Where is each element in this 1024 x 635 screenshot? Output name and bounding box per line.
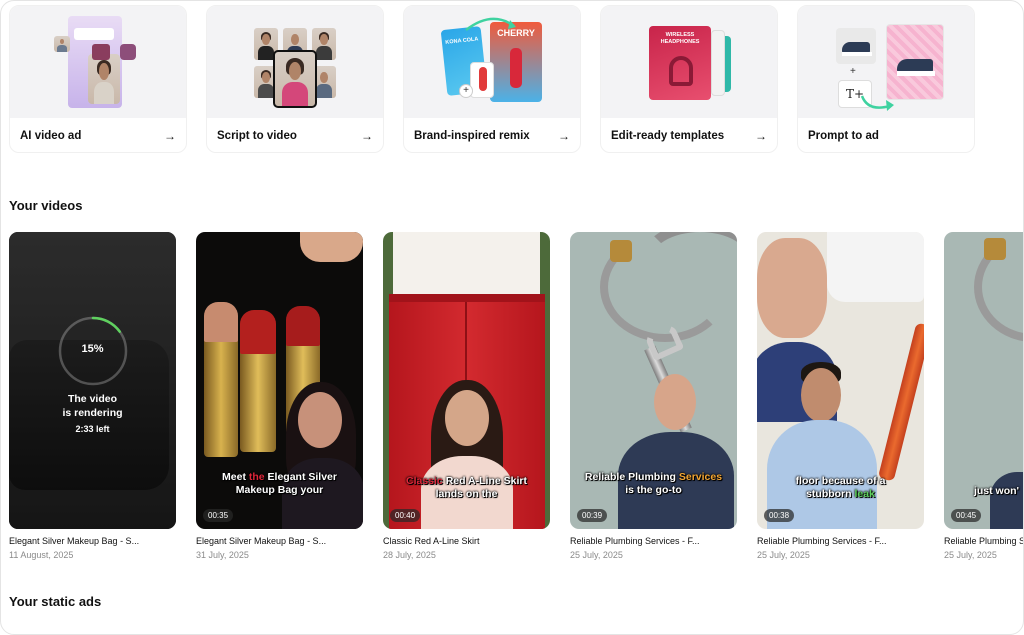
video-date: 31 July, 2025 xyxy=(196,550,249,560)
video-duration: 00:45 xyxy=(951,509,982,522)
video-duration: 00:40 xyxy=(390,509,421,522)
video-thumbnail: just won' 00:45 xyxy=(944,232,1023,529)
video-card[interactable]: Reliable Plumbing Services is the go-to … xyxy=(570,232,737,567)
video-date: 25 July, 2025 xyxy=(570,550,623,560)
render-percent: 15% xyxy=(81,343,104,355)
feature-label: Edit-ready templates xyxy=(611,130,725,142)
video-thumbnail: Classic Red A-Line Skirt lands on the 00… xyxy=(383,232,550,529)
video-title: Reliable Plumbing S xyxy=(944,536,1024,546)
video-card[interactable]: Meet the Elegant Silver Makeup Bag your … xyxy=(196,232,363,567)
feature-cards-row: AI video ad → Script to video → KONA COL… xyxy=(9,5,1023,155)
feature-thumb-script-to-video xyxy=(207,6,383,118)
arrow-right-icon: → xyxy=(558,129,570,143)
video-date: 25 July, 2025 xyxy=(757,550,810,560)
video-title: Elegant Silver Makeup Bag - S... xyxy=(196,536,327,546)
feature-label: Script to video xyxy=(217,130,297,142)
feature-card-brand-inspired-remix[interactable]: KONA COLA CHERRY + Brand-inspired remix … xyxy=(403,5,581,153)
video-title: Classic Red A-Line Skirt xyxy=(383,536,480,546)
arrow-right-icon: → xyxy=(164,129,176,143)
section-title-your-videos: Your videos xyxy=(9,198,83,213)
plus-icon: + xyxy=(459,84,473,98)
video-date: 11 August, 2025 xyxy=(9,550,74,560)
video-duration: 00:35 xyxy=(203,509,234,522)
feature-card-edit-ready-templates[interactable]: WIRELESS HEADPHONES Edit-ready templates… xyxy=(600,5,778,153)
feature-thumb-templates: WIRELESS HEADPHONES xyxy=(601,6,777,118)
template-title-text: WIRELESS HEADPHONES xyxy=(660,32,700,45)
section-title-your-static-ads: Your static ads xyxy=(9,594,102,609)
feature-label: Brand-inspired remix xyxy=(414,130,530,142)
render-time-left: 2:33 left xyxy=(75,424,110,434)
video-date: 28 July, 2025 xyxy=(383,550,436,560)
feature-thumb-prompt-to-ad: + T+ xyxy=(798,6,974,118)
video-date: 25 July, 2025 xyxy=(944,550,997,560)
video-title: Reliable Plumbing Services - F... xyxy=(757,536,887,546)
arrow-right-icon: → xyxy=(361,129,373,143)
curved-arrow-icon xyxy=(465,17,516,31)
video-card[interactable]: 15% The video is rendering 2:33 left Ele… xyxy=(9,232,176,567)
videos-row: 15% The video is rendering 2:33 left Ele… xyxy=(9,232,1024,567)
arrow-right-icon: → xyxy=(755,129,767,143)
feature-label: AI video ad xyxy=(20,130,82,142)
app-frame: AI video ad → Script to video → KONA COL… xyxy=(0,0,1024,635)
video-caption: Meet the Elegant Silver Makeup Bag your xyxy=(222,471,337,497)
curved-arrow-icon xyxy=(860,95,894,111)
feature-thumb-brand-remix: KONA COLA CHERRY + xyxy=(404,6,580,118)
video-thumbnail: floor because of a stubborn leak 00:38 xyxy=(757,232,924,529)
feature-card-script-to-video[interactable]: Script to video → xyxy=(206,5,384,153)
plus-icon: + xyxy=(850,66,856,77)
video-title: Reliable Plumbing Services - F... xyxy=(570,536,700,546)
video-caption: just won' xyxy=(973,485,1020,497)
video-caption: Classic Red A-Line Skirt lands on the xyxy=(406,475,527,501)
video-card[interactable]: just won' 00:45 Reliable Plumbing S 25 J… xyxy=(944,232,1024,567)
video-title: Elegant Silver Makeup Bag - S... xyxy=(9,536,140,546)
feature-label: Prompt to ad xyxy=(808,130,879,142)
video-duration: 00:38 xyxy=(764,509,795,522)
video-caption: floor because of a stubborn leak xyxy=(795,475,886,501)
video-thumbnail: 15% The video is rendering 2:33 left xyxy=(9,232,176,529)
video-card[interactable]: Classic Red A-Line Skirt lands on the 00… xyxy=(383,232,550,567)
video-caption: Reliable Plumbing Services is the go-to xyxy=(584,471,723,497)
remix-left-text: KONA COLA xyxy=(445,36,479,46)
video-duration: 00:39 xyxy=(577,509,608,522)
render-message: The video is rendering xyxy=(62,393,123,419)
feature-card-ai-video-ad[interactable]: AI video ad → xyxy=(9,5,187,153)
video-thumbnail: Reliable Plumbing Services is the go-to … xyxy=(570,232,737,529)
video-thumbnail: Meet the Elegant Silver Makeup Bag your … xyxy=(196,232,363,529)
feature-thumb-ai-video-ad xyxy=(10,6,186,118)
video-card[interactable]: floor because of a stubborn leak 00:38 R… xyxy=(757,232,924,567)
feature-card-prompt-to-ad[interactable]: + T+ Prompt to ad xyxy=(797,5,975,153)
